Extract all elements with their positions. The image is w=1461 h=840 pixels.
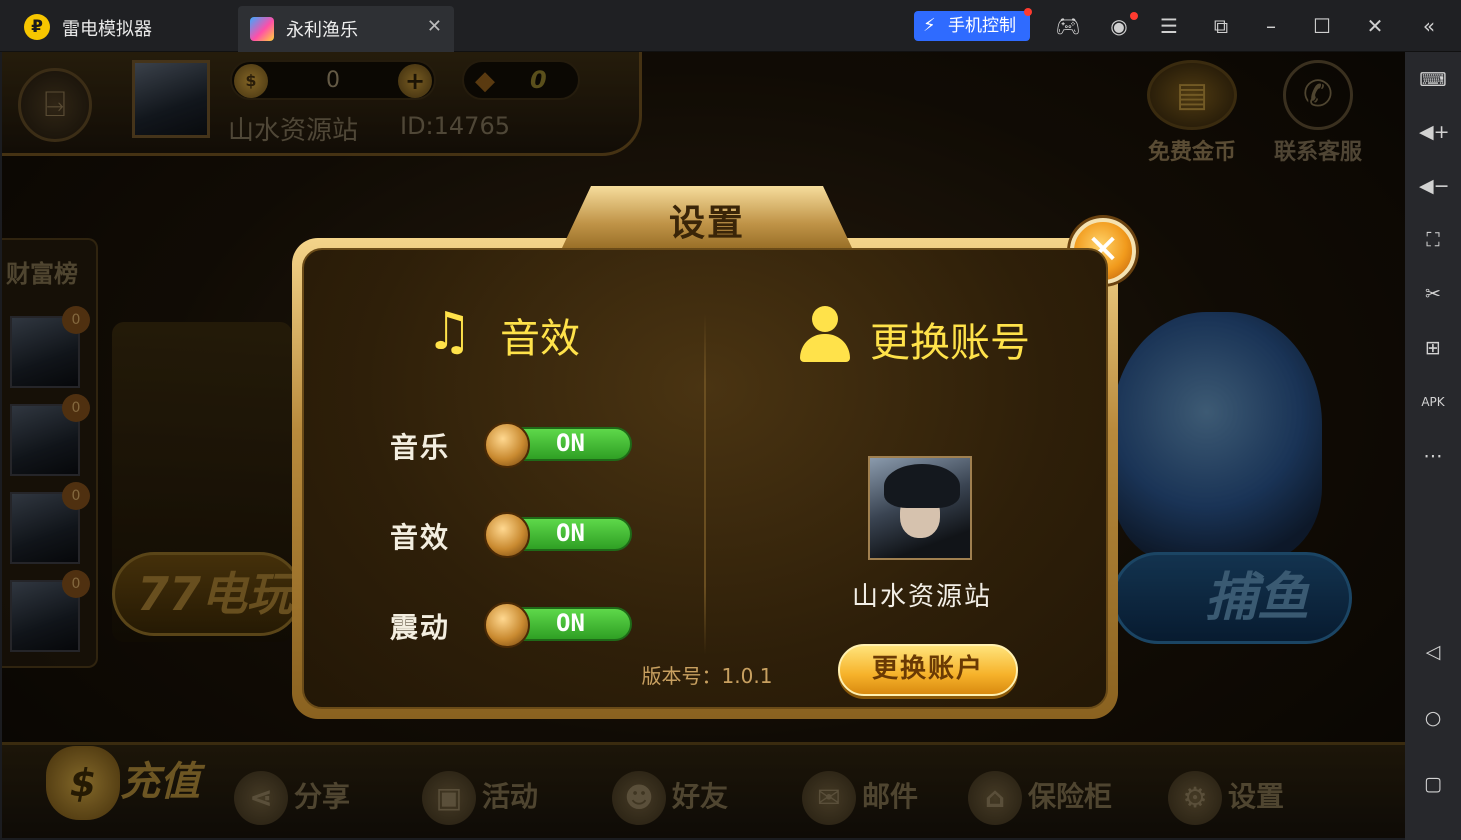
toggle-knob[interactable] xyxy=(484,422,530,468)
account-section-title: 更换账号 xyxy=(870,320,1030,366)
vibration-label: 震动 xyxy=(390,611,451,644)
settings-dialog: 设置 ✕ ♫ 音效 更换账号 音乐 ON 音效 ON 震动 ON 山水资源站 更… xyxy=(292,186,1136,719)
minimize-icon[interactable]: – xyxy=(1258,13,1284,39)
emulator-sidebar: ⌨ ◀+ ◀− ⛶ ✂ ⊞ APK ⋯ ◁ ○ ▢ xyxy=(1405,52,1461,840)
more-icon[interactable]: ⋯ xyxy=(1419,442,1447,470)
phone-control-button[interactable]: ⚡ 手机控制 xyxy=(914,11,1030,41)
user-icon xyxy=(798,306,850,362)
collapse-icon[interactable]: « xyxy=(1416,13,1442,39)
tab-label: 永利渔乐 xyxy=(286,20,358,41)
emulator-app-name: 雷电模拟器 xyxy=(62,19,152,40)
apk-install-icon[interactable]: APK xyxy=(1419,388,1447,416)
volume-up-icon[interactable]: ◀+ xyxy=(1419,118,1450,146)
add-window-icon[interactable]: ⊞ xyxy=(1419,334,1447,362)
account-name: 山水资源站 xyxy=(851,582,992,612)
menu-icon[interactable]: ☰ xyxy=(1156,13,1182,39)
music-label: 音乐 xyxy=(390,431,451,464)
music-toggle[interactable]: ON xyxy=(484,422,632,468)
vibration-state: ON xyxy=(556,609,585,637)
version-text: 版本号：1.0.1 xyxy=(641,664,773,688)
phone-control-label: 手机控制 xyxy=(948,16,1016,36)
account-icon[interactable]: ◉ xyxy=(1106,13,1132,39)
scissors-icon[interactable]: ✂ xyxy=(1419,280,1447,308)
sound-section-title: 音效 xyxy=(500,316,580,362)
home-icon[interactable]: ○ xyxy=(1419,704,1447,732)
music-state: ON xyxy=(556,429,585,457)
back-icon[interactable]: ◁ xyxy=(1419,638,1447,666)
tab-close-icon[interactable]: ✕ xyxy=(427,16,442,37)
game-viewport: ⍈ $ 0 + ◆ 0 山水资源站 ID:14765 ▤ 免费金币 ✆ 联系客服… xyxy=(2,52,1405,838)
volume-down-icon[interactable]: ◀− xyxy=(1419,172,1450,200)
recents-icon[interactable]: ▢ xyxy=(1419,770,1447,798)
sound-effects-label: 音效 xyxy=(390,521,451,554)
toggle-knob[interactable] xyxy=(484,602,530,648)
emulator-titlebar: ₽ 雷电模拟器 永利渔乐 ✕ ⚡ 手机控制 🎮︎ ◉ ☰ ⧉ – ☐ ✕ « xyxy=(0,0,1461,52)
keyboard-icon[interactable]: ⌨ xyxy=(1419,66,1447,94)
popout-icon[interactable]: ⧉ xyxy=(1208,13,1234,39)
lightning-icon: ⚡ xyxy=(923,15,936,36)
account-notification-dot xyxy=(1130,12,1138,20)
section-divider xyxy=(704,314,706,654)
vibration-toggle[interactable]: ON xyxy=(484,602,632,648)
game-app-icon xyxy=(250,17,274,41)
emulator-logo-icon: ₽ xyxy=(24,14,50,40)
avatar-hair xyxy=(884,464,960,508)
music-note-icon: ♫ xyxy=(426,302,473,362)
sound-effects-toggle[interactable]: ON xyxy=(484,512,632,558)
account-avatar xyxy=(868,456,972,560)
sound-effects-state: ON xyxy=(556,519,585,547)
dialog-body: ♫ 音效 更换账号 音乐 ON 音效 ON 震动 ON 山水资源站 更换账户 版… xyxy=(302,248,1108,709)
notification-dot xyxy=(1024,8,1032,16)
tab-game[interactable]: 永利渔乐 ✕ xyxy=(238,6,454,52)
maximize-icon[interactable]: ☐ xyxy=(1309,13,1335,39)
close-icon[interactable]: ✕ xyxy=(1362,13,1388,39)
gamepad-icon[interactable]: 🎮︎ xyxy=(1055,13,1081,39)
screenshot-icon[interactable]: ⛶ xyxy=(1419,226,1447,254)
toggle-knob[interactable] xyxy=(484,512,530,558)
dialog-title: 设置 xyxy=(668,203,745,244)
